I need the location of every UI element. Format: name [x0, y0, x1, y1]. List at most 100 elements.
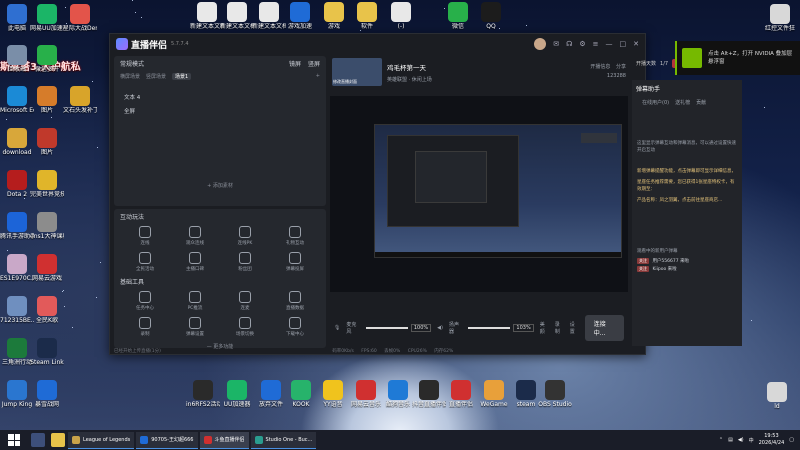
add-scene-icon[interactable]: + — [316, 73, 320, 80]
desktop-icon[interactable]: Dota 2 — [0, 170, 34, 198]
desktop-icon[interactable]: UU加速器 — [220, 380, 254, 408]
desktop-icon[interactable]: OBS Studio — [538, 380, 572, 408]
beauty-button[interactable]: 美颜 — [540, 321, 549, 335]
share-button[interactable]: 分享 — [616, 64, 626, 70]
mic-percent[interactable]: 100% — [410, 324, 432, 332]
mic-slider[interactable]: 100% — [365, 324, 432, 332]
tool-item[interactable]: PC推流 — [170, 291, 220, 311]
speaker-icon[interactable]: ◀) — [437, 325, 443, 331]
desktop-icon[interactable]: Steam Link — [30, 338, 64, 366]
desktop-icon[interactable]: 新建文本文档 — [190, 2, 224, 30]
desktop-icon[interactable]: 全民K歌 — [30, 296, 64, 324]
desktop-icon[interactable]: Microsoft Edge — [0, 86, 34, 114]
settings-button[interactable]: 设置 — [570, 321, 579, 335]
desktop-icon[interactable]: 直播伴侣 — [444, 380, 478, 408]
tab-online-users[interactable]: 在线用户(0) — [642, 99, 669, 106]
taskbar-app-button[interactable]: 斗鱼直播伴侣 — [199, 431, 249, 449]
tool-item[interactable]: 连麦 — [220, 291, 270, 311]
taskbar-app-button[interactable]: League of Legends — [68, 431, 135, 449]
add-source-button[interactable]: + 添加素材 — [114, 178, 326, 189]
settings-icon[interactable]: ⚙ — [579, 40, 585, 48]
desktop-icon[interactable]: 暴雪战网 — [30, 380, 64, 408]
desktop-icon[interactable]: 软件 — [350, 2, 384, 30]
avatar[interactable] — [534, 38, 547, 50]
mic-icon[interactable]: 🎙 — [334, 325, 340, 331]
tool-item[interactable]: 直播数据 — [270, 291, 320, 311]
tool-item[interactable]: 粉丝团 — [220, 252, 270, 272]
desktop-icon[interactable]: ens1大神课程笔记 — [30, 212, 64, 240]
close-button[interactable]: ✕ — [633, 40, 639, 48]
desktop-icon[interactable]: 此电脑 — [0, 4, 34, 32]
nvidia-overlay-toast[interactable]: 点击 Alt+Z，打开 NVIDIA 叠加层 悬浮窗 — [675, 41, 800, 75]
desktop-icon[interactable]: (-) — [384, 2, 418, 30]
stream-info-button[interactable]: 开播信息 — [590, 64, 610, 70]
source-item[interactable]: 文本 4 — [114, 90, 326, 104]
speaker-slider[interactable]: 103% — [468, 324, 534, 332]
desktop-icon[interactable]: 回收站 — [0, 45, 34, 73]
tool-item[interactable]: 连线PK — [220, 226, 270, 246]
tool-item[interactable]: 弹幕设置 — [170, 317, 220, 337]
stream-title[interactable]: 鸡毛杯第一天 — [387, 62, 432, 72]
go-live-button[interactable]: 连接中... — [584, 315, 625, 341]
headset-icon[interactable]: ☊ — [566, 40, 572, 48]
tool-item[interactable]: 礼物互动 — [270, 226, 320, 246]
desktop-icon[interactable]: 图片 — [30, 86, 64, 114]
desktop-icon[interactable]: 图片 — [30, 128, 64, 156]
start-button[interactable] — [8, 434, 20, 446]
desktop-icon[interactable]: 放弃文件 — [254, 380, 288, 408]
cover-thumbnail[interactable]: 修改直播封面 — [332, 58, 382, 86]
tab-gift-rank[interactable]: 送礼榜 — [675, 99, 690, 106]
search-icon[interactable] — [31, 433, 45, 447]
tab-landscape-scene[interactable]: 横屏场景 — [120, 73, 140, 80]
message-icon[interactable]: ✉ — [553, 40, 559, 48]
desktop-icon[interactable]: YY语音 — [316, 380, 350, 408]
mode-dropdown[interactable]: 常规模式 — [120, 59, 144, 68]
desktop-icon[interactable]: 红控文件狂 — [763, 4, 797, 32]
desktop-icon[interactable]: WeGame — [477, 380, 511, 408]
desktop-icon[interactable]: ld — [760, 382, 794, 410]
vertical-button[interactable]: 竖屏 — [308, 61, 320, 68]
tab-portrait-scene[interactable]: 竖屏场景 — [146, 73, 166, 80]
desktop-icon[interactable]: 微信多开 — [30, 45, 64, 73]
tool-item[interactable]: 录制 — [120, 317, 170, 337]
desktop-icon[interactable]: 712315BE... — [0, 296, 34, 324]
minimize-button[interactable]: — — [606, 40, 613, 48]
desktop-icon[interactable]: 完美世界竞技平台 — [30, 170, 64, 198]
desktop-icon[interactable]: in6RFS2活动预约 — [186, 380, 220, 408]
desktop-icon[interactable]: 抖音直播伴侣 — [412, 380, 446, 408]
desktop-icon[interactable]: KOOK — [284, 380, 318, 408]
network-icon[interactable]: ▤ — [728, 437, 733, 443]
desktop-icon[interactable]: 微信 — [441, 2, 475, 30]
tab-contribution[interactable]: 贡献 — [696, 99, 706, 106]
volume-icon[interactable]: ◀) — [738, 437, 744, 443]
menu-icon[interactable]: ≡ — [593, 40, 599, 48]
ime-icon[interactable]: 中 — [749, 437, 754, 444]
taskbar-app-button[interactable]: 90705-王幻超666 — [136, 431, 198, 449]
taskbar-app-button[interactable]: Studio One - Buc... — [250, 431, 317, 449]
tool-item[interactable]: 下载中心 — [270, 317, 320, 337]
maximize-button[interactable]: □ — [620, 40, 627, 48]
tool-item[interactable]: 任务中心 — [120, 291, 170, 311]
record-button[interactable]: 录制 — [555, 321, 564, 335]
desktop-icon[interactable]: 新建文本文档(2) — [220, 2, 254, 30]
desktop-icon[interactable]: 网易UU加速器 — [30, 4, 64, 32]
desktop-icon[interactable]: 文石头发补丁 — [63, 86, 97, 114]
desktop-icon[interactable]: download — [0, 128, 34, 156]
desktop-icon[interactable]: 新建文本文档 — [252, 2, 286, 30]
tool-item[interactable]: 全民活动 — [120, 252, 170, 272]
speaker-percent[interactable]: 103% — [513, 324, 534, 332]
stream-preview[interactable] — [330, 96, 628, 292]
tool-item[interactable]: 观众连线 — [170, 226, 220, 246]
desktop-icon[interactable]: 网易云游戏 — [30, 254, 64, 282]
tool-item[interactable]: 连线 — [120, 226, 170, 246]
desktop-icon[interactable]: 腾讯手游助手-畅玩手机... — [0, 212, 34, 240]
desktop-icon[interactable]: 星际大战Demo — [63, 4, 97, 32]
mirror-button[interactable]: 镜屏 — [289, 61, 301, 68]
tool-item[interactable]: 弹幕投屏 — [270, 252, 320, 272]
desktop-icon[interactable]: Jump King — [0, 380, 34, 408]
notification-icon[interactable]: ▢ — [789, 437, 794, 443]
desktop-icon[interactable]: 三角洲行动 — [0, 338, 34, 366]
desktop-icon[interactable]: QQ — [474, 2, 508, 30]
clock[interactable]: 19:53 2026/4/24 — [759, 433, 785, 447]
tool-item[interactable]: 主播口碑 — [170, 252, 220, 272]
